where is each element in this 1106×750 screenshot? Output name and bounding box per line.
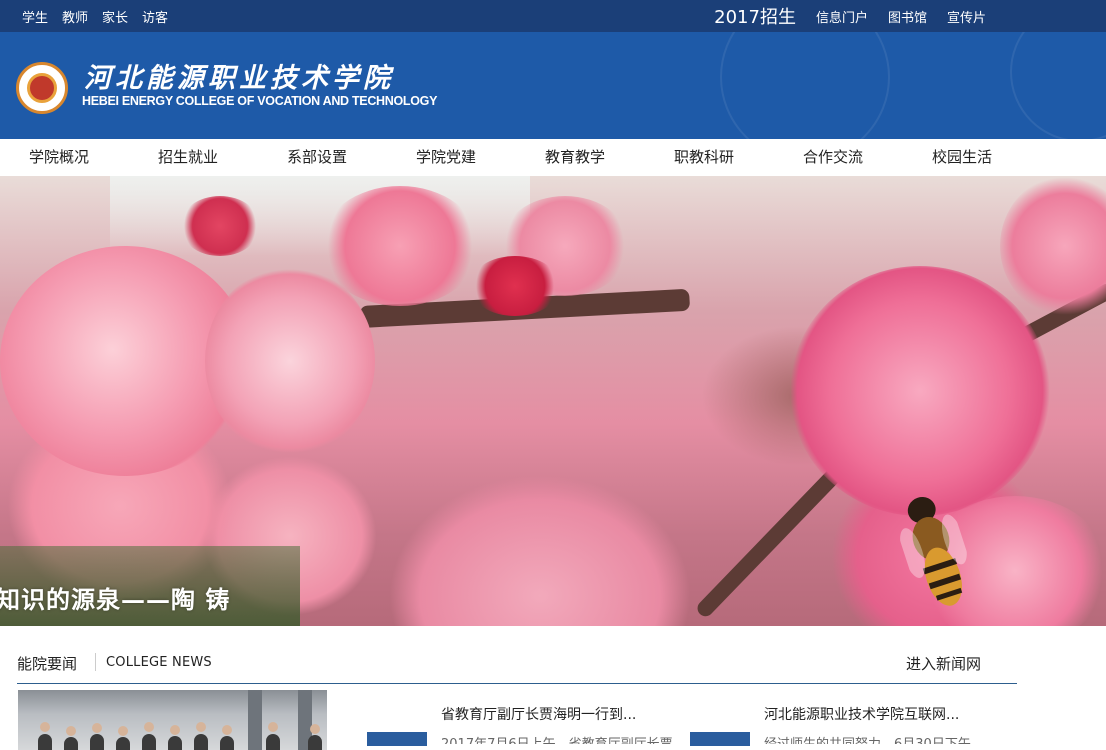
photo-person-body — [220, 736, 234, 750]
photo-person — [268, 722, 278, 732]
nav-item-cooperation[interactable]: 合作交流 — [803, 139, 863, 176]
photo-person — [92, 723, 102, 733]
top-bar: 学生 教师 家长 访客 2017招生 信息门户 图书馆 宣传片 — [0, 0, 1106, 32]
portal-links: 2017招生 信息门户 图书馆 宣传片 — [714, 0, 1006, 32]
photo-person-body — [142, 734, 156, 750]
link-promo-video[interactable]: 宣传片 — [947, 7, 986, 26]
site-header: 河北能源职业技术学院 HEBEI ENERGY COLLEGE OF VOCAT… — [0, 32, 1106, 139]
nav-item-party[interactable]: 学院党建 — [416, 139, 476, 176]
audience-links: 学生 教师 家长 访客 — [22, 0, 182, 32]
banner-caption: 知识的源泉——陶 铸 — [0, 585, 231, 614]
college-logo[interactable] — [16, 62, 68, 114]
nav-item-departments[interactable]: 系部设置 — [287, 139, 347, 176]
photo-person — [40, 722, 50, 732]
bud — [470, 256, 560, 316]
nav-item-campus-life[interactable]: 校园生活 — [932, 139, 992, 176]
photo-person — [66, 726, 76, 736]
blossom — [1000, 176, 1106, 316]
nav-item-research[interactable]: 职教科研 — [674, 139, 734, 176]
photo-person — [144, 722, 154, 732]
photo-person — [118, 726, 128, 736]
photo-person — [170, 725, 180, 735]
college-name-cn[interactable]: 河北能源职业技术学院 — [84, 56, 394, 95]
link-library[interactable]: 图书馆 — [888, 7, 927, 26]
nav-item-teaching[interactable]: 教育教学 — [545, 139, 605, 176]
nav-item-admissions[interactable]: 招生就业 — [158, 139, 218, 176]
link-admissions-2017[interactable]: 2017招生 — [714, 3, 796, 29]
college-name-en: HEBEI ENERGY COLLEGE OF VOCATION AND TEC… — [82, 94, 438, 108]
photo-person-body — [194, 734, 208, 750]
main-nav: 学院概况 招生就业 系部设置 学院党建 教育教学 职教科研 合作交流 校园生活 — [0, 139, 1106, 176]
watermark-seal — [720, 32, 890, 139]
watermark-seal — [1010, 32, 1106, 139]
blossom — [790, 266, 1050, 516]
link-parents[interactable]: 家长 — [102, 7, 128, 26]
photo-person-body — [38, 734, 52, 750]
link-visitors[interactable]: 访客 — [142, 7, 168, 26]
news-title-en: COLLEGE NEWS — [106, 655, 212, 670]
photo-person-body — [168, 736, 182, 750]
news-feature-photo[interactable] — [18, 690, 327, 750]
blossom — [205, 266, 375, 456]
photo-person — [310, 724, 320, 734]
news-title-divider — [95, 653, 96, 671]
news-section-header: 能院要闻 COLLEGE NEWS 进入新闻网 — [17, 646, 1017, 684]
news-more-link[interactable]: 进入新闻网 — [906, 653, 981, 674]
nav-item-about[interactable]: 学院概况 — [29, 139, 89, 176]
photo-person-body — [308, 735, 322, 750]
link-students[interactable]: 学生 — [22, 7, 48, 26]
news-item-title[interactable]: 河北能源职业技术学院互联网... — [764, 704, 959, 724]
news-item-summary: 2017年7月6日上午，省教育厅副厅长贾 — [441, 733, 681, 744]
blossom — [320, 186, 480, 306]
photo-person — [196, 722, 206, 732]
link-teachers[interactable]: 教师 — [62, 7, 88, 26]
news-title-cn: 能院要闻 — [17, 655, 78, 673]
photo-pillar — [248, 690, 262, 750]
news-item-title[interactable]: 省教育厅副厅长贾海明一行到... — [441, 704, 636, 724]
bud — [180, 196, 260, 256]
photo-person-body — [266, 734, 280, 750]
photo-person — [222, 725, 232, 735]
logo-emblem-icon — [27, 73, 57, 103]
news-item-summary: 经过师生的共同努力，6月30日下午 — [764, 733, 1004, 744]
link-info-portal[interactable]: 信息门户 — [816, 7, 868, 26]
photo-person-body — [90, 734, 104, 750]
hero-banner[interactable]: 知识的源泉——陶 铸 — [0, 176, 1106, 626]
